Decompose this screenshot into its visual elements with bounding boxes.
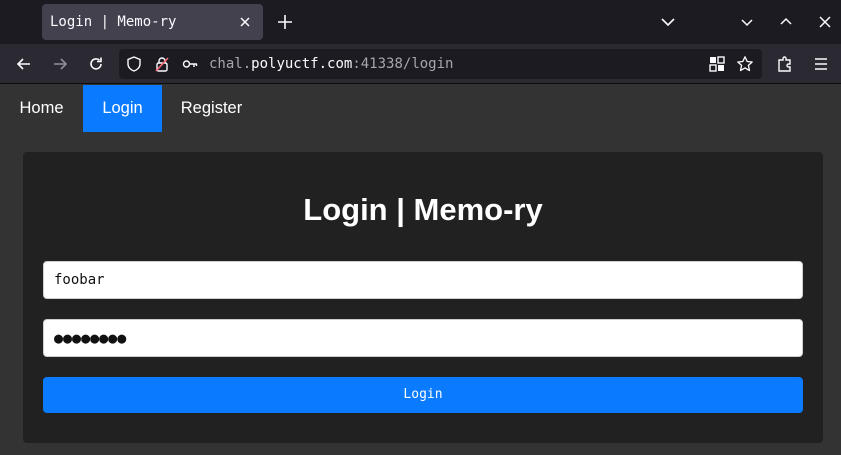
page-title: Login | Memo-ry xyxy=(303,192,543,227)
reload-icon[interactable] xyxy=(86,54,106,74)
url-host: polyuctf.com xyxy=(251,56,353,72)
close-tab-icon[interactable] xyxy=(237,14,253,30)
url-prefix: chal. xyxy=(209,56,252,72)
key-icon[interactable] xyxy=(181,55,199,73)
extensions-puzzle-icon[interactable] xyxy=(775,54,795,74)
minimize-window-icon[interactable] xyxy=(737,12,757,32)
address-bar[interactable]: chal.polyuctf.com:41338/login xyxy=(119,49,762,79)
tab-title: Login | Memo-ry xyxy=(50,14,177,30)
browser-toolbar: chal.polyuctf.com:41338/login xyxy=(0,44,841,84)
browser-tab-strip: Login | Memo-ry xyxy=(0,0,841,44)
login-card: Login | Memo-ry foobar ●●●●●●●● Login xyxy=(23,152,823,443)
tracking-shield-icon[interactable] xyxy=(125,55,143,73)
tab-list-chevron-icon[interactable] xyxy=(658,12,678,32)
username-input[interactable]: foobar xyxy=(43,261,803,299)
nav-link-login[interactable]: Login xyxy=(83,85,162,132)
maximize-window-icon[interactable] xyxy=(776,12,796,32)
app-menu-icon[interactable] xyxy=(811,54,831,74)
insecure-lock-icon[interactable] xyxy=(153,55,171,73)
site-navbar: Home Login Register xyxy=(0,85,841,132)
back-arrow-icon[interactable] xyxy=(14,54,34,74)
bookmark-star-icon[interactable] xyxy=(736,55,754,73)
close-window-icon[interactable] xyxy=(815,12,835,32)
nav-link-register[interactable]: Register xyxy=(162,85,261,132)
password-input[interactable]: ●●●●●●●● xyxy=(43,319,803,357)
url-suffix: :41338/login xyxy=(352,56,454,72)
new-tab-icon[interactable] xyxy=(275,12,295,32)
url-text[interactable]: chal.polyuctf.com:41338/login xyxy=(209,55,453,73)
login-submit-button[interactable]: Login xyxy=(43,377,803,413)
qr-code-icon[interactable] xyxy=(708,55,726,73)
browser-tab[interactable]: Login | Memo-ry xyxy=(42,4,263,40)
nav-link-home[interactable]: Home xyxy=(0,85,83,132)
forward-arrow-icon[interactable] xyxy=(50,54,70,74)
